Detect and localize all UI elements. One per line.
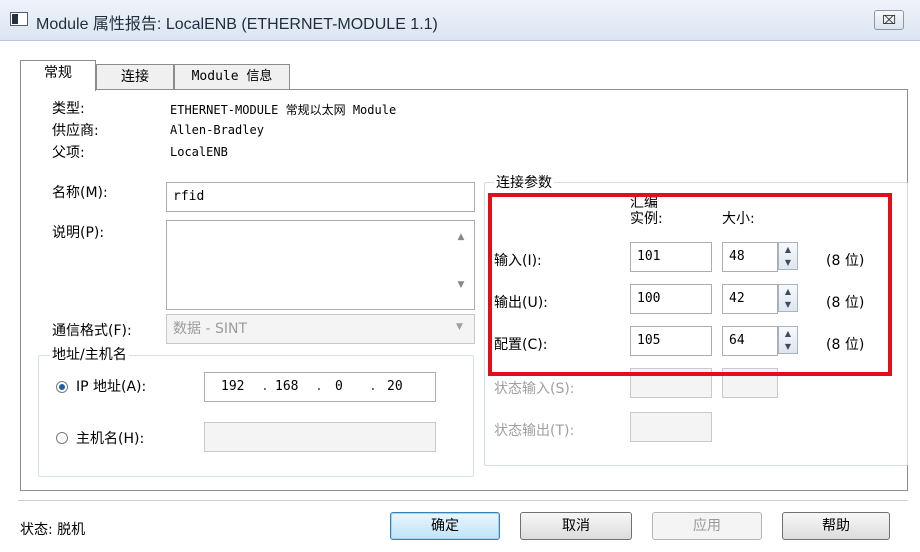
status-output-field[interactable]: [630, 412, 712, 442]
tab-general[interactable]: 常规: [20, 60, 96, 91]
scroll-up-icon[interactable]: ▲: [454, 230, 468, 244]
connection-params-title: 连接参数: [494, 172, 554, 192]
apply-button[interactable]: 应用: [652, 512, 762, 540]
parent-value: LocalENB: [170, 145, 228, 159]
description-textarea[interactable]: [166, 220, 475, 310]
footer-divider: [18, 500, 908, 501]
ip-label: IP 地址(A):: [76, 379, 147, 395]
tab-module-info[interactable]: Module 信息: [174, 64, 290, 90]
ip-octet-1: 192: [221, 379, 245, 394]
title-bar: Module 属性报告: LocalENB (ETHERNET-MODULE 1…: [0, 0, 920, 41]
ok-button[interactable]: 确定: [390, 512, 500, 540]
comm-format-select[interactable]: 数据 - SINT: [166, 314, 475, 344]
close-button[interactable]: ⌧: [874, 10, 904, 30]
ip-octet-4: 20: [387, 379, 403, 394]
ip-dot: .: [369, 379, 377, 394]
cancel-button[interactable]: 取消: [520, 512, 632, 540]
ip-octet-3: 0: [335, 379, 343, 394]
tab-connection[interactable]: 连接: [96, 64, 174, 90]
ip-dot: .: [315, 379, 323, 394]
ip-address-input[interactable]: 192 . 168 . 0 . 20: [204, 372, 436, 402]
chevron-down-icon: ▼: [456, 322, 463, 332]
name-label: 名称(M):: [52, 185, 108, 201]
ip-octet-2: 168: [275, 379, 299, 394]
window-icon: [10, 12, 28, 26]
host-radio[interactable]: [56, 432, 68, 444]
description-label: 说明(P):: [52, 225, 105, 241]
host-input[interactable]: [204, 422, 436, 452]
vendor-label: 供应商:: [52, 123, 99, 139]
status-output-label: 状态输出(T):: [494, 423, 575, 439]
status-text: 状态: 脱机: [20, 522, 86, 538]
vendor-value: Allen-Bradley: [170, 123, 264, 137]
comm-format-label: 通信格式(F):: [52, 323, 132, 339]
host-label: 主机名(H):: [76, 431, 145, 447]
help-button[interactable]: 帮助: [782, 512, 890, 540]
parent-label: 父项:: [52, 145, 85, 161]
ip-dot: .: [261, 379, 269, 394]
name-input[interactable]: rfid: [166, 182, 475, 212]
scroll-down-icon[interactable]: ▼: [454, 278, 468, 292]
address-group-title: 地址/主机名: [50, 344, 129, 364]
ip-radio[interactable]: [56, 381, 68, 393]
highlight-box: [488, 193, 892, 376]
type-value: ETHERNET-MODULE 常规以太网 Module: [170, 103, 397, 117]
status-input-label: 状态输入(S):: [494, 381, 575, 397]
type-label: 类型:: [52, 101, 85, 117]
window-title: Module 属性报告: LocalENB (ETHERNET-MODULE 1…: [36, 16, 438, 33]
